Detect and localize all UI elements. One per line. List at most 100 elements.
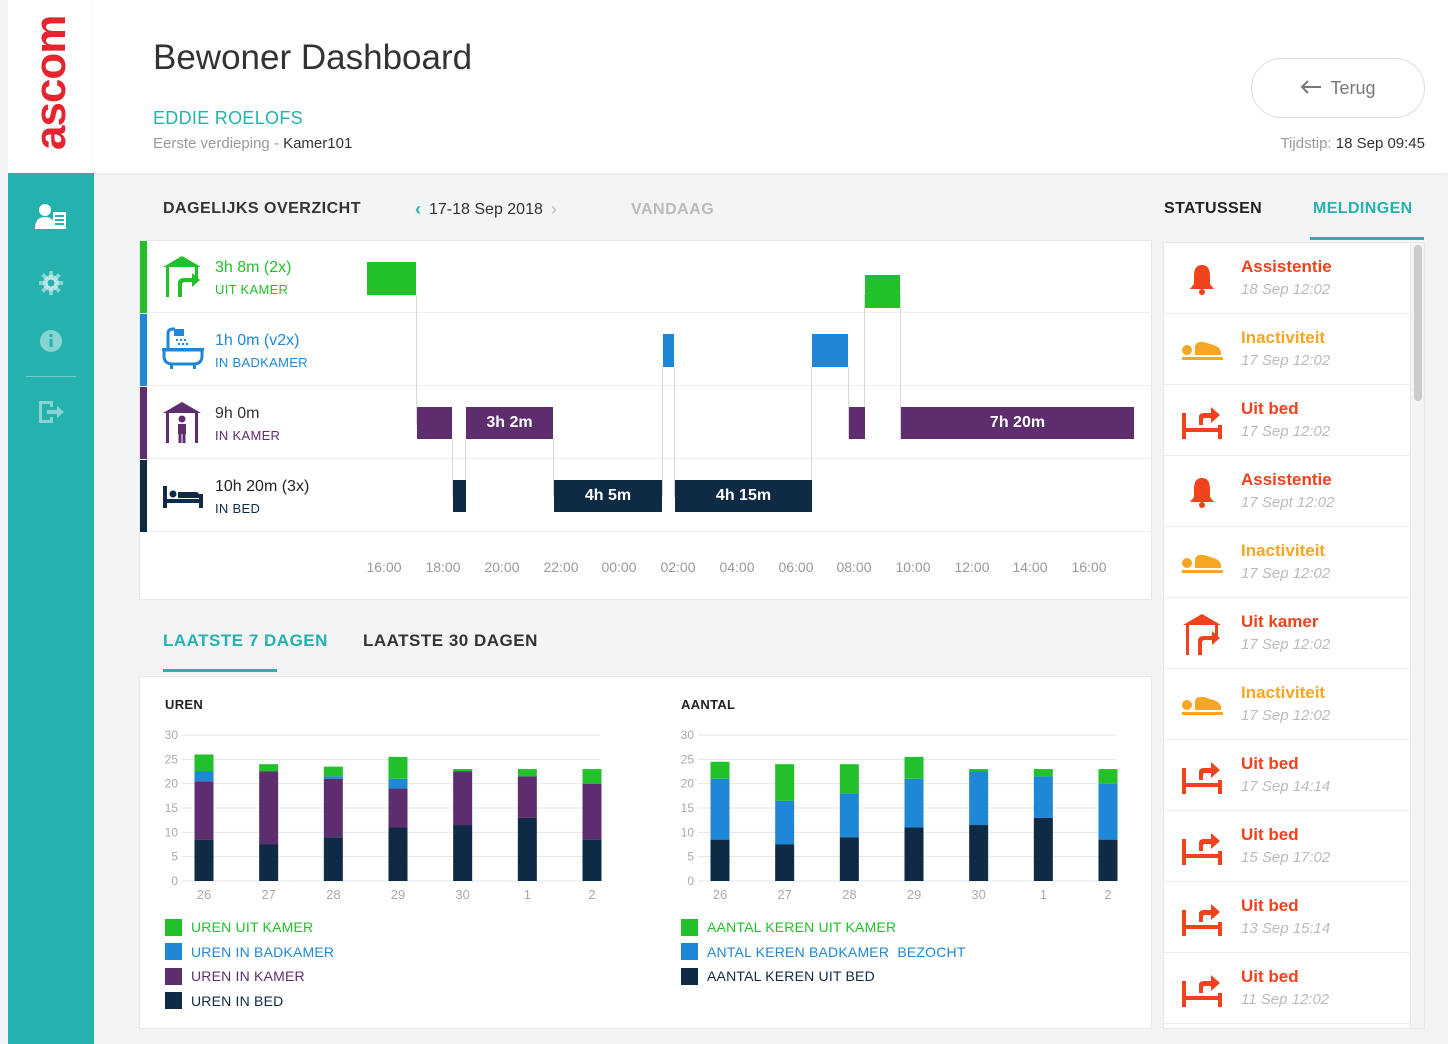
legend-swatch [681,943,698,961]
alert-item[interactable]: Uit bed 13 Sep 15:14 [1164,882,1410,953]
timeline-segment-kamer[interactable] [849,407,865,439]
chart-title-uren: UREN [165,697,204,712]
arrow-left-icon [1300,78,1322,99]
alert-item[interactable]: Assistentie 18 Sep 12:02 [1164,243,1410,314]
bar-segment [323,778,343,838]
legend-label: AANTAL KEREN UIT KAMER [707,919,897,936]
scrollbar[interactable] [1410,243,1424,1028]
alert-title: Inactiviteit [1241,541,1326,560]
alert-title: Uit bed [1241,399,1299,418]
timeline-segment-kamer[interactable]: 7h 20m [901,407,1134,439]
sidebar-divider [26,376,76,377]
alert-time: 13 Sep 15:14 [1241,920,1331,937]
tab-statussen[interactable]: STATUSSEN [1164,200,1262,218]
bar-segment [775,800,795,845]
y-tick-label: 0 [687,874,694,888]
alert-title: Inactiviteit [1241,328,1326,347]
y-tick-label: 0 [171,874,178,888]
x-tick-label: 30 [455,887,469,902]
y-tick-label: 10 [165,825,179,839]
lane-label: IN BED [215,501,261,516]
bar-segment [259,771,279,845]
transition-line [416,295,417,425]
timeline-segment-badkamer[interactable] [812,334,848,367]
legend-aantal: AANTAL KEREN UIT KAMER ANTAL KEREN BADKA… [681,915,966,989]
out-of-room-icon [1178,612,1226,656]
gear-icon[interactable] [8,261,94,305]
y-tick-label: 5 [687,850,694,864]
alert-item[interactable]: Uit bed 15 Sep 17:02 [1164,811,1410,882]
alert-item[interactable]: Assistentie 17 Sept 12:02 [1164,456,1410,527]
timeline-segment-bed[interactable]: 4h 15m [675,480,812,512]
timeline-segment-kamer[interactable]: 3h 2m [466,407,553,439]
x-tick-label: 1 [1040,887,1047,902]
alert-item[interactable]: Inactiviteit 17 Sep 12:02 [1164,669,1410,740]
x-tick-label: 27 [777,887,791,902]
bar-segment [453,769,473,772]
logout-icon[interactable] [8,390,94,434]
resident-location: Eerste verdieping - Kamer101 [153,135,352,152]
x-tick-label: 27 [261,887,275,902]
bar-segment [259,844,279,881]
timeline-panel: 3h 8m (2x) UIT KAMER 1h 0m (v2x) IN BADK… [139,240,1152,600]
alert-item[interactable]: Inactiviteit 17 Sep 12:02 [1164,314,1410,385]
floor-label: Eerste verdieping [153,135,270,152]
alert-item[interactable]: Uit bed 17 Sep 14:14 [1164,740,1410,811]
scroll-thumb[interactable] [1414,245,1422,401]
tab-meldingen[interactable]: MELDINGEN [1313,200,1413,218]
room-label: Kamer101 [283,135,353,152]
bar-segment [969,771,989,826]
y-tick-label: 30 [681,728,695,742]
time-tick: 14:00 [1012,559,1048,575]
tab-last-30-days[interactable]: LAATSTE 30 DAGEN [363,631,538,651]
bell-icon [1178,257,1226,301]
charts-panel: UREN 0 5 10 15 20 25 30 26 27 28 29 30 1 2 UREN UIT K… [139,676,1152,1029]
y-tick-label: 25 [681,752,695,766]
timeline-segment-badkamer[interactable] [663,334,674,367]
alert-item[interactable]: Inactiviteit 17 Sep 12:02 [1164,527,1410,598]
logo-area: ascom [8,0,94,173]
alert-title: Uit kamer [1241,612,1319,631]
alert-item[interactable]: Uit kamer 17 Sep 12:02 [1164,598,1410,669]
y-tick-label: 25 [165,752,179,766]
resident-list-icon[interactable] [8,195,94,239]
x-tick-label: 29 [391,887,405,902]
timeline-segment-uit-kamer[interactable] [367,262,416,295]
alert-title: Uit bed [1241,754,1299,773]
bar-segment [323,837,343,881]
timeline-segment-bed[interactable] [453,480,466,512]
legend-uren: UREN UIT KAMER UREN IN BADKAMER UREN IN … [165,915,334,1013]
bar-segment [517,769,537,777]
out-of-bed-icon [1178,754,1226,798]
page-title: Bewoner Dashboard [153,38,473,77]
legend-label: AANTAL KEREN UIT BED [707,968,875,985]
bar-segment [969,769,989,772]
info-icon[interactable] [8,319,94,363]
alert-item[interactable]: Uit bed 11 Sep 12:02 [1164,953,1410,1024]
bar-segment [388,778,408,789]
y-tick-label: 15 [681,801,695,815]
tab-last-7-days[interactable]: LAATSTE 7 DAGEN [163,631,328,651]
bar-segment [323,766,343,777]
alert-item[interactable]: Uit bed 17 Sep 12:02 [1164,385,1410,456]
timeline-segment-bed[interactable]: 4h 5m [554,480,662,512]
chevron-left-icon[interactable]: ‹ [415,199,421,220]
legend-item: UREN UIT KAMER [165,915,334,940]
y-tick-label: 10 [681,825,695,839]
timeline-segment-uit-kamer[interactable] [865,275,900,308]
chart-title-aantal: AANTAL [681,697,736,712]
timeline-segment-kamer[interactable] [417,407,452,439]
bar-segment [517,817,537,881]
active-tab-indicator [1310,237,1424,240]
bar-segment [904,778,924,828]
lane-label: UIT KAMER [215,282,289,297]
today-button[interactable]: VANDAAG [631,201,714,219]
legend-label: UREN UIT KAMER [191,919,314,936]
back-button[interactable]: Terug [1251,58,1425,118]
resident-name: EDDIE ROELOFS [153,108,303,128]
transition-line [811,367,812,497]
out-of-bed-icon [1178,896,1226,940]
ascom-logo: ascom [26,15,75,150]
x-tick-label: 28 [326,887,340,902]
chevron-right-icon[interactable]: › [551,199,557,220]
